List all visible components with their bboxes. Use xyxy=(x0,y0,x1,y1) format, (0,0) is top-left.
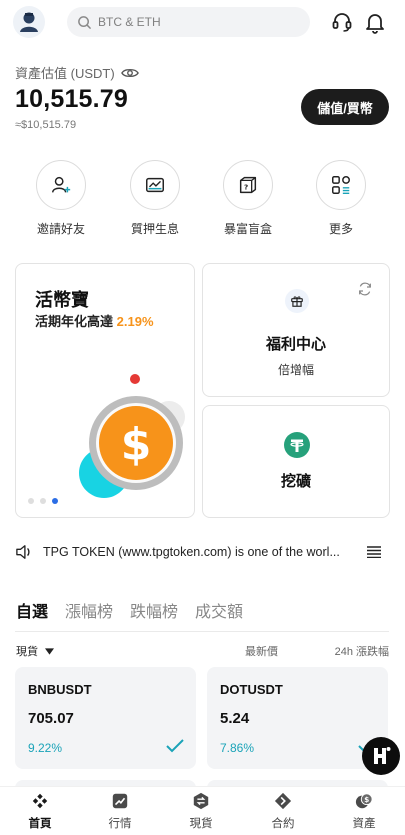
spot-filter-label: 現貨 xyxy=(16,646,38,658)
search-icon xyxy=(78,15,91,29)
tab-gainers[interactable]: 漲幅榜 xyxy=(65,598,113,622)
quick-action-mystery-box[interactable]: ? 暴富盲盒 xyxy=(218,160,278,237)
quick-action-staking[interactable]: 質押生息 xyxy=(125,160,185,237)
carousel-dot[interactable] xyxy=(28,498,34,504)
nav-market-label: 行情 xyxy=(108,818,132,830)
more-grid-icon xyxy=(332,176,350,194)
bottom-navigation: 首頁 行情 現貨 合約 $ 資產 xyxy=(0,786,405,835)
market-card[interactable]: BNBUSDT 705.07 9.22% xyxy=(15,667,196,769)
carousel-dots xyxy=(28,498,58,504)
nav-home-label: 首頁 xyxy=(28,818,52,830)
nav-spot[interactable]: 現貨 xyxy=(176,792,226,831)
change-24h-header: 24h 漲跌幅 xyxy=(334,646,389,658)
asset-approx-value: ≈$10,515.79 xyxy=(15,119,77,131)
quick-action-label: 更多 xyxy=(328,222,353,236)
avatar[interactable] xyxy=(13,6,45,38)
news-ticker[interactable]: TPG TOKEN (www.tpgtoken.com) is one of t… xyxy=(15,542,390,562)
market-tabs: 自選 漲幅榜 跌幅榜 成交額 xyxy=(16,598,260,622)
market-card[interactable]: DOTUSDT 5.24 7.86% xyxy=(207,667,388,769)
earn-card-title: 活幣寶 xyxy=(35,290,89,310)
quick-action-more[interactable]: 更多 xyxy=(311,160,371,237)
earn-card-subtitle-text: 活期年化高達 xyxy=(35,314,114,329)
user-avatar-icon xyxy=(20,12,38,32)
nav-home[interactable]: 首頁 xyxy=(15,792,65,831)
bell-icon[interactable] xyxy=(363,10,387,34)
refresh-icon[interactable] xyxy=(357,281,373,297)
gift-icon-badge xyxy=(285,289,309,313)
earn-card-rate: 2.19% xyxy=(116,314,154,329)
market-price: 705.07 xyxy=(28,710,74,727)
asset-valuation-text: 資產估值 (USDT) xyxy=(15,66,115,81)
carousel-dot-active[interactable] xyxy=(52,498,58,504)
svg-text:$: $ xyxy=(121,419,152,470)
search-input[interactable] xyxy=(98,15,288,29)
quick-action-circle[interactable] xyxy=(316,160,366,210)
quick-action-label: 暴富盲盒 xyxy=(223,222,272,236)
nav-assets[interactable]: $ 資產 xyxy=(339,792,389,831)
eye-icon[interactable] xyxy=(120,66,139,80)
asset-valuation-label: 資產估值 (USDT) xyxy=(15,63,139,82)
mining-card[interactable]: 挖礦 xyxy=(202,405,390,518)
tabs-divider xyxy=(15,631,389,632)
market-price: 5.24 xyxy=(220,710,250,727)
nav-assets-label: 資產 xyxy=(352,818,376,830)
nav-contract-label: 合約 xyxy=(271,818,295,830)
tab-losers[interactable]: 跌幅榜 xyxy=(130,598,178,622)
svg-text:$: $ xyxy=(364,795,369,804)
market-icon xyxy=(112,793,128,809)
brand-logo-icon xyxy=(374,747,391,764)
list-menu-icon[interactable] xyxy=(367,546,381,558)
search-bar[interactable] xyxy=(67,7,310,37)
latest-price-header: 最新價 xyxy=(245,646,278,658)
quick-action-circle[interactable]: ? xyxy=(223,160,273,210)
deposit-buy-button[interactable]: 儲值/買幣 xyxy=(301,89,389,125)
quick-action-circle[interactable] xyxy=(130,160,180,210)
market-change: 9.22% xyxy=(28,741,63,755)
spot-filter-dropdown[interactable]: 現貨 xyxy=(16,643,55,659)
tab-volume[interactable]: 成交額 xyxy=(195,598,243,622)
checkmark-icon[interactable] xyxy=(166,739,184,753)
quick-action-circle[interactable] xyxy=(36,160,86,210)
quick-action-invite[interactable]: 邀請好友 xyxy=(31,160,91,237)
nav-contract[interactable]: 合約 xyxy=(258,792,308,831)
svg-text:?: ? xyxy=(244,183,248,192)
assets-icon: $ xyxy=(355,793,373,809)
nav-spot-label: 現貨 xyxy=(189,818,213,830)
asset-value: 10,515.79 xyxy=(15,85,129,113)
gift-icon xyxy=(291,296,303,307)
news-text[interactable]: TPG TOKEN (www.tpgtoken.com) is one of t… xyxy=(43,545,355,559)
dollar-coin-illustration: $ xyxy=(79,374,185,498)
welfare-center-card[interactable]: 福利中心 倍增幅 xyxy=(202,263,390,397)
top-bar xyxy=(0,0,405,44)
invite-friends-icon xyxy=(52,176,71,193)
earn-card-subtitle: 活期年化高達 2.19% xyxy=(35,311,154,330)
welfare-card-subtitle: 倍增幅 xyxy=(277,363,314,377)
tether-icon xyxy=(284,432,310,458)
mining-card-title: 挖礦 xyxy=(280,473,311,490)
spot-icon xyxy=(193,792,209,810)
welfare-card-title: 福利中心 xyxy=(265,336,326,353)
quick-action-label: 質押生息 xyxy=(130,222,179,236)
headset-support-icon[interactable] xyxy=(330,10,354,34)
market-symbol: BNBUSDT xyxy=(28,682,92,697)
tab-favorites[interactable]: 自選 xyxy=(16,598,48,622)
home-icon xyxy=(32,793,48,809)
speaker-icon xyxy=(16,545,30,559)
market-symbol: DOTUSDT xyxy=(220,682,283,697)
carousel-dot[interactable] xyxy=(40,498,46,504)
quick-action-label: 邀請好友 xyxy=(36,222,85,236)
mystery-box-icon: ? xyxy=(239,176,257,194)
market-change: 7.86% xyxy=(220,741,255,755)
contract-icon xyxy=(274,792,292,810)
nav-market[interactable]: 行情 xyxy=(95,792,145,831)
floating-app-logo-button[interactable] xyxy=(362,737,400,775)
caret-down-icon xyxy=(45,648,55,655)
staking-icon xyxy=(146,177,164,193)
earn-card[interactable]: 活幣寶 活期年化高達 2.19% $ xyxy=(15,263,195,518)
